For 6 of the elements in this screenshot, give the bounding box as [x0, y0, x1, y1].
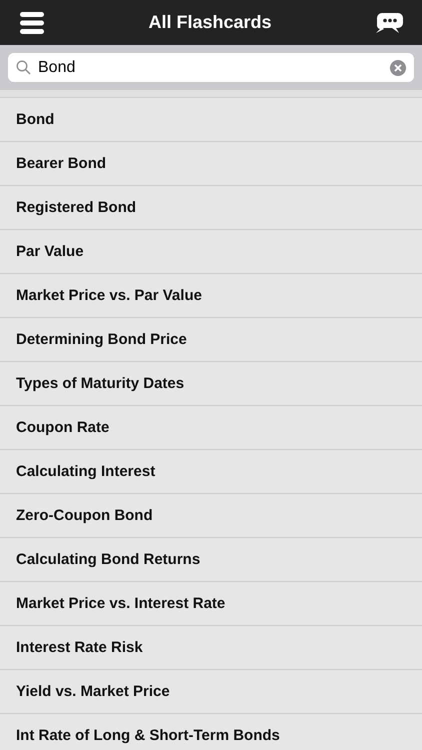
search-icon	[16, 60, 31, 75]
screen-title: All Flashcards	[148, 12, 272, 33]
clear-icon[interactable]	[390, 60, 406, 76]
search-field[interactable]: Bond	[8, 53, 414, 82]
menu-button[interactable]	[18, 12, 46, 34]
menu-icon	[18, 12, 46, 34]
